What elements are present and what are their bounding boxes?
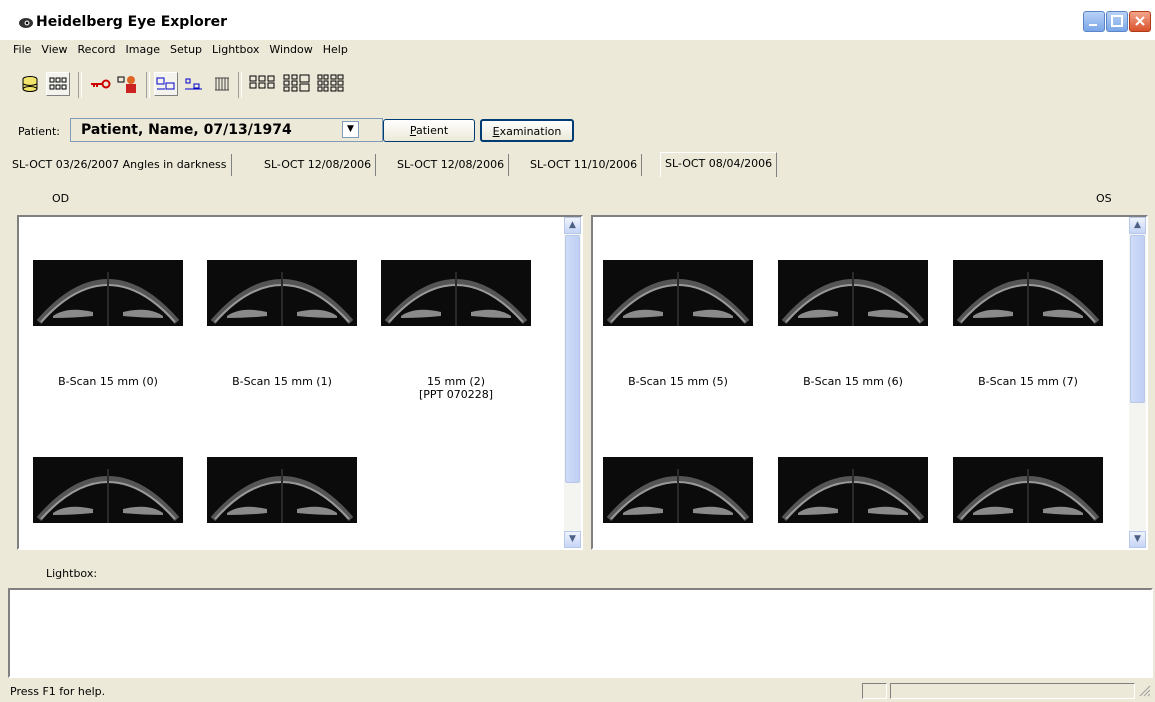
status-panel bbox=[862, 683, 887, 699]
bscan-thumbnail[interactable] bbox=[778, 457, 928, 523]
patient-button[interactable]: Patient bbox=[383, 119, 475, 142]
grid-3x3-icon[interactable] bbox=[282, 72, 312, 96]
thumbnail-caption: B-Scan 15 mm (6) bbox=[803, 375, 903, 388]
lightbox-area[interactable] bbox=[8, 588, 1153, 678]
patient-row: Patient: Patient, Name, 07/13/1974 ▼ Pat… bbox=[18, 118, 1118, 144]
thumbnail-caption: B-Scan 15 mm (1) bbox=[232, 375, 332, 388]
close-button[interactable] bbox=[1129, 11, 1151, 32]
tab-exam-2[interactable]: SL-OCT 12/08/2006 bbox=[393, 154, 510, 176]
thumbnail-caption: B-Scan 15 mm (0) bbox=[58, 375, 158, 388]
examination-button[interactable]: Examination bbox=[480, 119, 574, 142]
scroll-down-icon[interactable]: ▼ bbox=[564, 531, 581, 548]
window-title: Heidelberg Eye Explorer bbox=[36, 14, 228, 30]
status-text: Press F1 for help. bbox=[10, 685, 106, 698]
patient-value: Patient, Name, 07/13/1974 bbox=[81, 122, 292, 138]
scroll-thumb[interactable] bbox=[1130, 235, 1145, 403]
thumbnail-caption: B-Scan 15 mm (7) bbox=[978, 375, 1078, 388]
menu-bar: File View Record Image Setup Lightbox Wi… bbox=[8, 40, 353, 60]
menu-image[interactable]: Image bbox=[121, 40, 165, 60]
bscan-thumbnail[interactable] bbox=[33, 457, 183, 523]
tab-exam-3[interactable]: SL-OCT 11/10/2006 bbox=[526, 154, 643, 176]
grid-4x3-icon[interactable] bbox=[316, 72, 346, 96]
menu-lightbox[interactable]: Lightbox bbox=[207, 40, 264, 60]
maximize-button[interactable] bbox=[1106, 11, 1128, 32]
toolbar bbox=[8, 64, 1155, 118]
title-bar: Heidelberg Eye Explorer bbox=[0, 0, 1155, 40]
thumbnail-caption: B-Scan 15 mm (5) bbox=[628, 375, 728, 388]
scroll-down-icon[interactable]: ▼ bbox=[1129, 531, 1146, 548]
menu-file[interactable]: File bbox=[8, 40, 36, 60]
bscan-thumbnail[interactable] bbox=[603, 260, 753, 326]
scroll-thumb[interactable] bbox=[565, 235, 580, 483]
os-pane[interactable]: B-Scan 15 mm (5) B-Scan 15 mm (6) B-Scan… bbox=[591, 215, 1148, 550]
key-icon[interactable] bbox=[88, 72, 112, 96]
lightbox-label: Lightbox: bbox=[46, 567, 98, 580]
bscan-thumbnail[interactable] bbox=[207, 457, 357, 523]
od-scrollbar[interactable]: ▲ ▼ bbox=[564, 217, 581, 548]
thumbnail-caption-line: 15 mm (2) bbox=[426, 375, 485, 388]
menu-help[interactable]: Help bbox=[318, 40, 353, 60]
window-border bbox=[0, 40, 8, 681]
grid-2x3-icon[interactable] bbox=[248, 72, 278, 96]
od-thumbnail-grid: B-Scan 15 mm (0) B-Scan 15 mm (1) 15 mm … bbox=[19, 217, 564, 548]
od-pane[interactable]: B-Scan 15 mm (0) B-Scan 15 mm (1) 15 mm … bbox=[17, 215, 583, 550]
toolbar-separator bbox=[238, 72, 242, 98]
tab-exam-1[interactable]: SL-OCT 12/08/2006 bbox=[260, 154, 377, 176]
status-bar: Press F1 for help. bbox=[0, 681, 1155, 702]
bscan-thumbnail[interactable] bbox=[207, 260, 357, 326]
bscan-thumbnail[interactable] bbox=[33, 260, 183, 326]
status-panel bbox=[890, 683, 1135, 699]
os-thumbnail-grid: B-Scan 15 mm (5) B-Scan 15 mm (6) B-Scan… bbox=[593, 217, 1129, 548]
tab-exam-0[interactable]: SL-OCT 03/26/2007 Angles in darkness bbox=[8, 154, 232, 176]
bscan-thumbnail[interactable] bbox=[953, 260, 1103, 326]
tab-exam-4[interactable]: SL-OCT 08/04/2006 bbox=[660, 152, 778, 177]
bscan-thumbnail[interactable] bbox=[603, 457, 753, 523]
bscan-thumbnail[interactable] bbox=[953, 457, 1103, 523]
thumbnail-caption: 15 mm (2) [PPT 070228] bbox=[381, 375, 531, 401]
resize-grip-icon[interactable] bbox=[1139, 685, 1151, 697]
examination-tabs: SL-OCT 03/26/2007 Angles in darkness SL-… bbox=[8, 152, 1155, 177]
scroll-up-icon[interactable]: ▲ bbox=[564, 217, 581, 234]
bscan-thumbnail[interactable] bbox=[778, 260, 928, 326]
bscan-thumbnail[interactable] bbox=[381, 260, 531, 326]
od-header: OD bbox=[52, 192, 70, 205]
toolbar-separator bbox=[78, 72, 82, 98]
compare-view-icon[interactable] bbox=[182, 72, 206, 96]
toolbar-separator bbox=[146, 72, 150, 98]
menu-record[interactable]: Record bbox=[73, 40, 121, 60]
minimize-button[interactable] bbox=[1083, 11, 1105, 32]
menu-view[interactable]: View bbox=[36, 40, 72, 60]
list-view-icon[interactable] bbox=[210, 72, 234, 96]
database-icon[interactable] bbox=[18, 72, 42, 96]
patient-dropdown[interactable]: Patient, Name, 07/13/1974 bbox=[70, 118, 383, 142]
os-header: OS bbox=[1096, 192, 1112, 205]
menu-window[interactable]: Window bbox=[264, 40, 317, 60]
chevron-down-icon[interactable]: ▼ bbox=[342, 121, 359, 138]
scroll-up-icon[interactable]: ▲ bbox=[1129, 217, 1146, 234]
user-icon[interactable] bbox=[116, 72, 140, 96]
thumbnail-view-icon[interactable] bbox=[46, 72, 70, 96]
patient-label: Patient: bbox=[18, 125, 61, 138]
app-eye-icon bbox=[18, 16, 34, 30]
single-view-icon[interactable] bbox=[154, 72, 178, 96]
menu-setup[interactable]: Setup bbox=[165, 40, 207, 60]
thumbnail-caption-line: [PPT 070228] bbox=[418, 388, 494, 401]
os-scrollbar[interactable]: ▲ ▼ bbox=[1129, 217, 1146, 548]
